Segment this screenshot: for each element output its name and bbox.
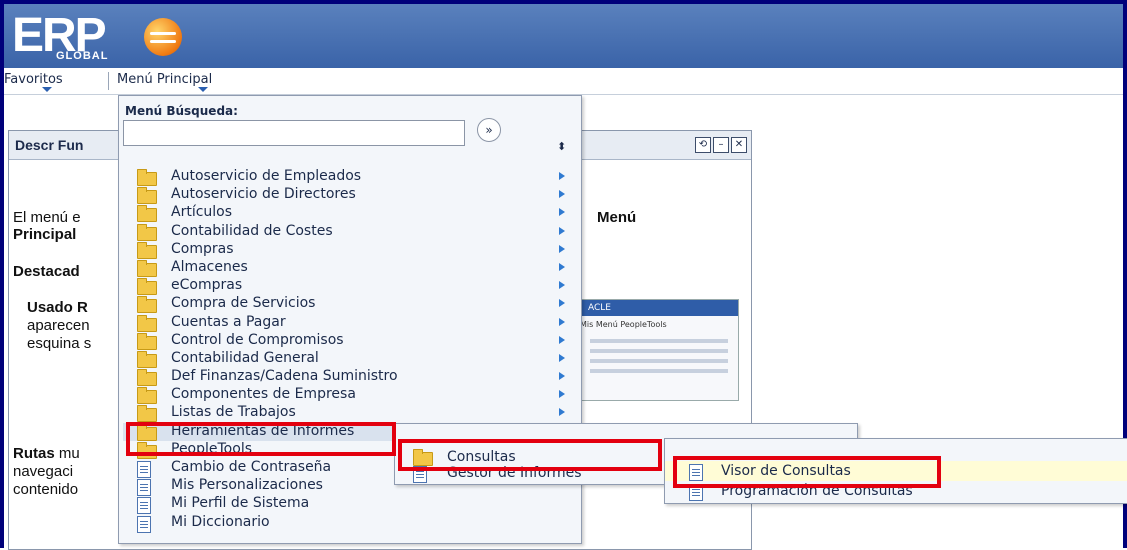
menu-item[interactable]: Def Finanzas/Cadena Suministro [123,368,579,387]
menu-separator [108,72,109,90]
menu-item[interactable]: Autoservicio de Empleados [123,168,579,186]
screenshot-thumbnail: ACLE Mis Menú PeopleTools [569,299,739,401]
intro-text: El menú e [13,209,81,226]
folder-icon [137,278,157,296]
folder-icon [137,241,157,259]
highlight-queries [398,439,662,471]
folder-icon [137,169,157,186]
menu-item[interactable]: Cuentas a Pagar [123,314,579,332]
folder-icon [137,223,157,241]
menu-search-input[interactable] [123,120,465,146]
chevron-right-icon [559,353,565,362]
intro-bold-text: Principal [13,226,77,243]
minimize-icon[interactable]: – [713,137,729,153]
chevron-right-icon [559,335,565,344]
thumbnail-header: ACLE [570,300,738,316]
chevron-down-icon [198,87,208,92]
document-icon [137,479,151,497]
folder-icon [137,205,157,223]
folder-icon [137,259,157,277]
refresh-icon[interactable]: ⟲ [695,137,711,153]
recently-used-line3: esquina s [27,335,92,352]
menu-item[interactable]: Autoservicio de Directores [123,186,579,205]
chevron-right-icon [559,190,565,199]
search-go-icon[interactable]: » [477,118,501,142]
highlight-report-tools [126,422,396,456]
highlight-query-viewer [673,456,941,488]
menu-item[interactable]: Listas de Trabajos [123,404,579,423]
chevron-right-icon [559,408,565,417]
chevron-right-icon [559,172,565,180]
close-icon[interactable]: ✕ [731,137,747,153]
folder-icon [137,405,157,423]
folder-icon [137,314,157,332]
globe-icon [144,18,182,56]
folder-icon [137,332,157,350]
menu-item[interactable]: eCompras [123,277,579,296]
menu-search-label: Menú Búsqueda: [125,104,238,118]
menu-item[interactable]: Compra de Servicios [123,295,579,314]
recently-used-line2: aparecen [27,317,90,334]
routes-line2: navegaci [13,463,74,480]
main-menu[interactable]: Menú Principal [117,72,212,87]
menu-item[interactable]: Compras [123,241,579,259]
chevron-right-icon [559,317,565,326]
recently-used-heading: Usado R [27,299,88,316]
menu-item[interactable]: Artículos [123,204,579,223]
chevron-right-icon [559,372,565,381]
menu-item[interactable]: Mi Perfil de Sistema [123,495,579,515]
menu-bar: Favoritos Menú Principal [4,68,1123,95]
routes-line3: contenido [13,481,79,498]
menu-item[interactable]: Almacenes [123,259,579,277]
panel-title: Descr Fun [15,137,84,153]
chevron-right-icon [559,208,565,217]
chevron-right-icon [559,262,565,271]
intro-right-text: Menú [597,209,637,226]
app-header: ERP GLOBAL [4,4,1123,68]
featured-heading: Destacad [13,263,80,280]
menu-item[interactable]: Mi Diccionario [123,514,579,533]
folder-icon [137,350,157,368]
routes-heading: Rutas mu [13,445,80,462]
chevron-right-icon [559,244,565,253]
chevron-down-icon [42,87,52,92]
document-icon [137,497,151,515]
menu-item[interactable]: Contabilidad de Costes [123,223,579,241]
menu-item[interactable]: Componentes de Empresa [123,386,579,405]
logo-subtext: GLOBAL [56,50,109,62]
document-icon [137,515,151,533]
folder-icon [137,296,157,314]
sort-icon[interactable]: ⬍ [557,140,566,153]
menu-item[interactable]: Control de Compromisos [123,332,579,350]
document-icon [137,461,151,478]
folder-icon [137,187,157,205]
chevron-right-icon [559,299,565,308]
chevron-right-icon [559,390,565,399]
thumbnail-caption: Mis Menú PeopleTools [580,320,667,329]
folder-icon [137,387,157,405]
menu-item[interactable]: Contabilidad General [123,350,579,368]
folder-icon [137,369,157,387]
favorites-menu[interactable]: Favoritos [4,72,63,87]
chevron-right-icon [559,281,565,290]
chevron-right-icon [559,226,565,235]
